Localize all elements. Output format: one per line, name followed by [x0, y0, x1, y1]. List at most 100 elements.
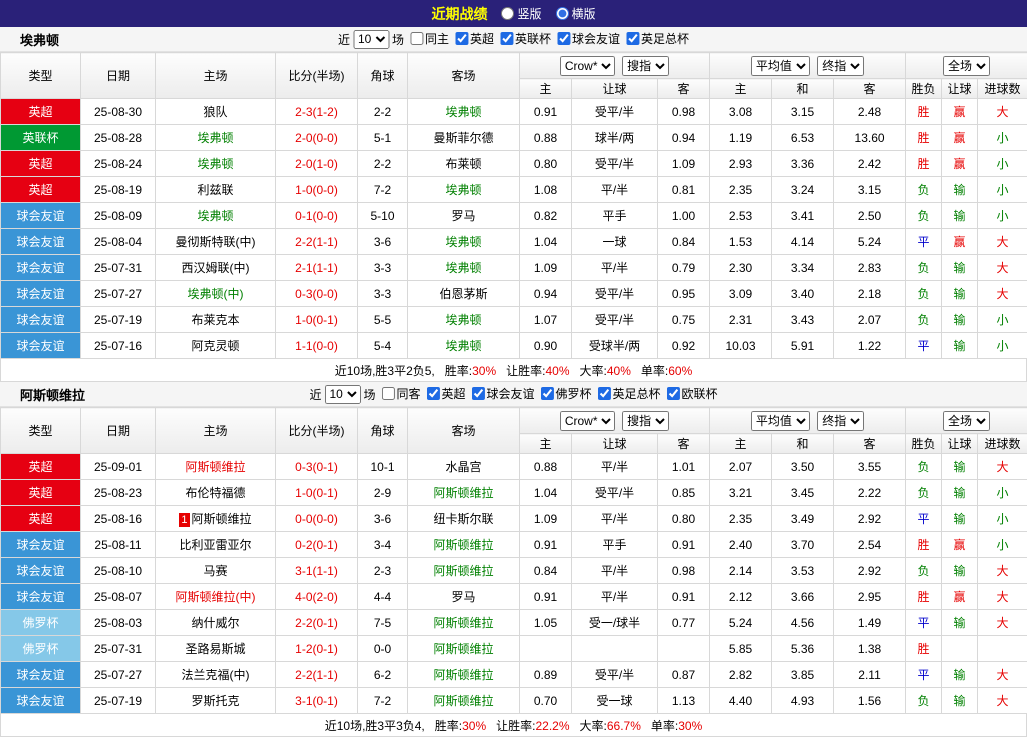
away-team[interactable]: 埃弗顿	[408, 229, 520, 255]
home-team[interactable]: 埃弗顿	[156, 203, 276, 229]
away-team[interactable]: 埃弗顿	[408, 255, 520, 281]
home-team[interactable]: 埃弗顿	[156, 125, 276, 151]
away-team[interactable]: 阿斯顿维拉	[408, 610, 520, 636]
score: 0-2(0-1)	[276, 532, 358, 558]
home-team[interactable]: 曼彻斯特联(中)	[156, 229, 276, 255]
filter-option[interactable]: 同客	[381, 385, 420, 402]
home-team[interactable]: 布伦特福德	[156, 480, 276, 506]
filter-checkbox[interactable]	[426, 387, 439, 400]
match-row: 球会友谊25-08-04曼彻斯特联(中)2-2(1-1)3-6埃弗顿1.04一球…	[1, 229, 1027, 255]
home-team[interactable]: 阿斯顿维拉(中)	[156, 584, 276, 610]
vertical-radio[interactable]	[501, 7, 514, 20]
filter-option[interactable]: 英超	[455, 30, 494, 47]
away-team[interactable]: 纽卡斯尔联	[408, 506, 520, 532]
away-team[interactable]: 阿斯顿维拉	[408, 558, 520, 584]
filter-checkbox[interactable]	[500, 32, 513, 45]
corners: 7-2	[358, 688, 408, 714]
away-team[interactable]: 阿斯顿维拉	[408, 532, 520, 558]
col-header: 客场	[408, 408, 520, 454]
away-team[interactable]: 布莱顿	[408, 151, 520, 177]
match-row: 球会友谊25-07-19罗斯托克3-1(0-1)7-2阿斯顿维拉0.70受一球1…	[1, 688, 1027, 714]
filter-checkbox[interactable]	[381, 387, 394, 400]
filter-checkbox[interactable]	[667, 387, 680, 400]
sub-col-header: 进球数	[978, 434, 1027, 454]
layout-radio-vertical[interactable]: 竖版	[501, 5, 541, 22]
horizontal-radio[interactable]	[556, 7, 569, 20]
home-team[interactable]: 利兹联	[156, 177, 276, 203]
euro-home-odds: 5.85	[710, 636, 772, 662]
euro-away-odds: 2.83	[834, 255, 906, 281]
away-team[interactable]: 水晶宫	[408, 454, 520, 480]
home-team[interactable]: 法兰克福(中)	[156, 662, 276, 688]
home-team[interactable]: 罗斯托克	[156, 688, 276, 714]
away-team[interactable]: 埃弗顿	[408, 307, 520, 333]
euro-away-odds: 2.54	[834, 532, 906, 558]
away-team[interactable]: 阿斯顿维拉	[408, 662, 520, 688]
filter-option[interactable]: 英足总杯	[598, 385, 661, 402]
away-team[interactable]: 阿斯顿维拉	[408, 480, 520, 506]
home-team[interactable]: 马赛	[156, 558, 276, 584]
filter-option[interactable]: 球会友谊	[557, 30, 620, 47]
asia-away-odds: 0.91	[658, 532, 710, 558]
home-team[interactable]: 埃弗顿(中)	[156, 281, 276, 307]
filter-option[interactable]: 佛罗杯	[541, 385, 592, 402]
scope-select[interactable]: 全场	[943, 411, 990, 431]
home-team[interactable]: 纳什威尔	[156, 610, 276, 636]
home-team[interactable]: 埃弗顿	[156, 151, 276, 177]
filter-checkbox[interactable]	[455, 32, 468, 45]
away-team[interactable]: 埃弗顿	[408, 99, 520, 125]
match-count-select[interactable]: 10	[353, 30, 389, 49]
euro-company-select[interactable]: 平均值	[751, 56, 810, 76]
home-team[interactable]: 阿克灵顿	[156, 333, 276, 359]
away-team[interactable]: 曼斯菲尔德	[408, 125, 520, 151]
euro-home-odds: 3.21	[710, 480, 772, 506]
asia-home-odds: 1.08	[520, 177, 572, 203]
home-team[interactable]: 阿斯顿维拉	[156, 454, 276, 480]
asia-company-select[interactable]: Crow*	[560, 56, 615, 76]
result-goals: 大	[978, 688, 1027, 714]
result-win-loss: 负	[906, 688, 942, 714]
filter-checkbox[interactable]	[557, 32, 570, 45]
away-team[interactable]: 伯恩茅斯	[408, 281, 520, 307]
result-win-loss: 胜	[906, 532, 942, 558]
home-team[interactable]: 布莱克本	[156, 307, 276, 333]
filter-checkbox[interactable]	[410, 32, 423, 45]
away-team[interactable]: 罗马	[408, 203, 520, 229]
result-win-loss: 平	[906, 229, 942, 255]
away-team[interactable]: 埃弗顿	[408, 177, 520, 203]
home-team[interactable]: 1阿斯顿维拉	[156, 506, 276, 532]
filter-checkbox[interactable]	[541, 387, 554, 400]
away-team[interactable]: 埃弗顿	[408, 333, 520, 359]
euro-home-odds: 1.19	[710, 125, 772, 151]
euro-company-select[interactable]: 平均值	[751, 411, 810, 431]
filter-option[interactable]: 欧联杯	[667, 385, 718, 402]
match-row: 英超25-08-161阿斯顿维拉0-0(0-0)3-6纽卡斯尔联1.09平/半0…	[1, 506, 1027, 532]
match-count-select[interactable]: 10	[324, 385, 360, 404]
home-team[interactable]: 圣路易斯城	[156, 636, 276, 662]
asia-company-select[interactable]: Crow*	[560, 411, 615, 431]
filter-option[interactable]: 英足总杯	[626, 30, 689, 47]
layout-radio-horizontal[interactable]: 横版	[556, 5, 596, 22]
filter-checkbox[interactable]	[472, 387, 485, 400]
result-win-loss: 平	[906, 506, 942, 532]
asia-type-select[interactable]: 搜指	[622, 411, 669, 431]
away-team[interactable]: 阿斯顿维拉	[408, 636, 520, 662]
filter-checkbox[interactable]	[626, 32, 639, 45]
filter-option-label: 英足总杯	[641, 30, 689, 47]
filter-checkbox[interactable]	[598, 387, 611, 400]
home-team[interactable]: 西汉姆联(中)	[156, 255, 276, 281]
home-team[interactable]: 狼队	[156, 99, 276, 125]
home-team[interactable]: 比利亚雷亚尔	[156, 532, 276, 558]
scope-select[interactable]: 全场	[943, 56, 990, 76]
filter-option[interactable]: 英联杯	[500, 30, 551, 47]
away-team[interactable]: 罗马	[408, 584, 520, 610]
filter-option[interactable]: 球会友谊	[472, 385, 535, 402]
sub-col-header: 主	[520, 434, 572, 454]
filter-option[interactable]: 英超	[426, 385, 465, 402]
filter-option[interactable]: 同主	[410, 30, 449, 47]
euro-away-odds: 2.95	[834, 584, 906, 610]
away-team[interactable]: 阿斯顿维拉	[408, 688, 520, 714]
euro-type-select[interactable]: 终指	[817, 56, 864, 76]
euro-type-select[interactable]: 终指	[817, 411, 864, 431]
asia-type-select[interactable]: 搜指	[622, 56, 669, 76]
